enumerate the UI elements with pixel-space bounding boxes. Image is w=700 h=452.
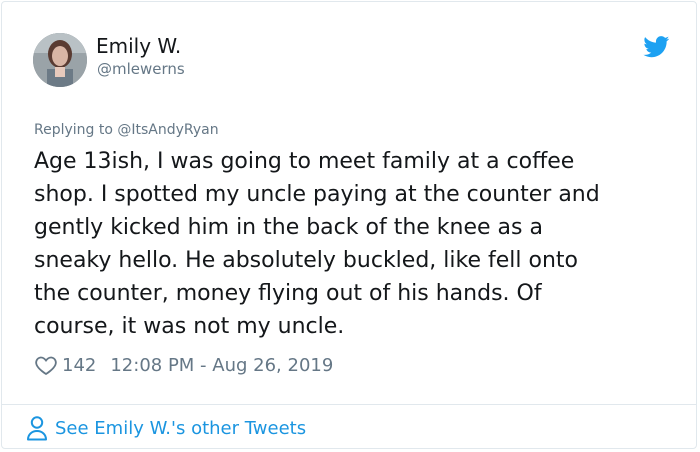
tweet-text-line: the counter, money flying out of his han… — [34, 281, 542, 306]
tweet-text-line: gently kicked him in the back of the kne… — [34, 215, 543, 240]
person-outline-icon — [27, 416, 47, 441]
replying-to[interactable]: Replying to @ItsAndyRyan — [34, 122, 219, 138]
heart-outline-icon[interactable] — [34, 353, 58, 377]
tweet-text-line: shop. I spotted my uncle paying at the c… — [34, 182, 600, 207]
tweet-meta: 142 12:08 PM - Aug 26, 2019 — [34, 352, 333, 378]
see-other-tweets-label: See Emily W.'s other Tweets — [55, 417, 307, 439]
timestamp-link[interactable]: 12:08 PM - Aug 26, 2019 — [110, 355, 333, 376]
see-other-tweets-link[interactable]: See Emily W.'s other Tweets — [26, 415, 306, 441]
tweet-card: Emily W. @mlewerns Replying to @ItsAndyR… — [1, 1, 697, 449]
footer-divider — [2, 404, 696, 405]
author-display-name[interactable]: Emily W. — [96, 34, 181, 58]
twitter-bird-icon[interactable] — [643, 36, 670, 58]
tweet-text-line: course, it was not my uncle. — [34, 314, 345, 339]
avatar-photo — [33, 33, 87, 87]
tweet-text-line: Age 13ish, I was going to meet family at… — [34, 149, 575, 174]
tweet-text: Age 13ish, I was going to meet family at… — [34, 145, 674, 343]
like-count[interactable]: 142 — [62, 355, 96, 376]
avatar[interactable] — [33, 33, 87, 87]
tweet-text-line: sneaky hello. He absolutely buckled, lik… — [34, 248, 578, 273]
author-handle[interactable]: @mlewerns — [97, 60, 185, 78]
